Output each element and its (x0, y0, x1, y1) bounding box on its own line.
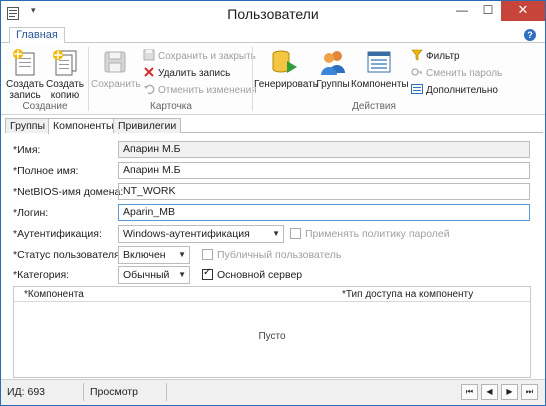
components-grid[interactable]: *Компонента *Тип доступа на компоненту П… (13, 286, 531, 378)
database-play-icon (272, 50, 297, 73)
category-label: *Категория: (13, 269, 70, 281)
full-name-label: *Полное имя: (13, 165, 79, 177)
mode-indicator: Просмотр (90, 386, 138, 398)
additional-button[interactable]: Дополнительно (411, 83, 498, 97)
create-copy-label-line2: копию (50, 90, 80, 101)
groups-button[interactable]: Группы (315, 47, 351, 90)
apply-password-policy-checkbox[interactable]: Применять политику паролей (290, 228, 450, 240)
save-and-close-button[interactable]: Сохранить и закрыть (143, 49, 256, 63)
tab-components[interactable]: Компоненты (48, 118, 119, 134)
status-bar: ИД: 693 Просмотр ⏮ ◀ ▶ ⏭ (1, 379, 545, 405)
first-record-button[interactable]: ⏮ (461, 384, 478, 400)
name-field[interactable]: Апарин М.Б (118, 141, 530, 158)
additional-list-icon (411, 84, 423, 94)
status-label: *Статус пользователя: (13, 249, 123, 261)
save-disk-icon (104, 51, 126, 73)
next-record-button[interactable]: ▶ (501, 384, 518, 400)
title-bar: ▾ Пользователи — ☐ ✕ (1, 1, 545, 27)
main-server-checkbox[interactable]: Основной сервер (202, 267, 303, 281)
status-select-value: Включен (123, 249, 166, 261)
netbios-field[interactable]: NT_WORK (118, 183, 530, 200)
delete-x-icon (144, 67, 154, 77)
login-field[interactable]: Aparin_MB (118, 204, 530, 221)
save-and-close-label: Сохранить и закрыть (158, 51, 256, 62)
tab-privileges[interactable]: Привилегии (113, 118, 182, 133)
full-name-field[interactable]: Апарин М.Б (118, 162, 530, 179)
category-select-value: Обычный (123, 269, 170, 281)
groups-label: Группы (316, 79, 350, 90)
create-record-button[interactable]: Создать запись (5, 47, 45, 101)
login-label: *Логин: (13, 207, 49, 219)
filter-button[interactable]: Фильтр (411, 49, 460, 63)
create-copy-label-line1: Создать (45, 79, 84, 90)
chevron-down-icon: ▼ (272, 229, 280, 238)
copy-record-icon (53, 50, 77, 76)
change-password-button[interactable]: Сменить пароль (411, 66, 502, 80)
undo-icon (144, 84, 155, 95)
apply-password-policy-label: Применять политику паролей (305, 228, 450, 240)
auth-label: *Аутентификация: (13, 228, 102, 240)
main-server-label: Основной сервер (217, 269, 303, 281)
ribbon-tab-strip: Главная ? (1, 27, 545, 44)
create-record-label-line2: запись (9, 90, 41, 101)
group-label-actions: Действия (352, 101, 396, 112)
delete-record-label: Удалить запись (158, 68, 231, 79)
grid-header: *Компонента *Тип доступа на компоненту (14, 287, 530, 302)
chevron-down-icon: ▼ (178, 250, 186, 259)
checkbox-box (202, 249, 213, 260)
cancel-changes-button[interactable]: Отменить изменения (143, 83, 257, 97)
ribbon-separator (88, 47, 89, 111)
public-user-label: Публичный пользователь (217, 249, 342, 261)
change-password-label: Сменить пароль (426, 68, 503, 79)
tab-groups[interactable]: Группы (5, 118, 50, 133)
create-copy-button[interactable]: Создать копию (45, 47, 85, 101)
users-group-icon (321, 51, 345, 75)
save-button[interactable]: Сохранить (91, 47, 141, 90)
components-label: Компоненты (351, 79, 409, 90)
content-tabs: Группы Компоненты Привилегии (5, 118, 543, 134)
record-id: ИД: 693 (7, 386, 46, 398)
ribbon: Создать запись Создать копию Создание Со… (1, 43, 545, 115)
chevron-down-icon: ▼ (178, 270, 186, 279)
auth-select-value: Windows-аутентификация (123, 228, 250, 240)
name-label: *Имя: (13, 144, 41, 156)
save-label: Сохранить (91, 79, 141, 90)
category-select[interactable]: Обычный ▼ (118, 266, 190, 284)
group-label-card: Карточка (150, 101, 192, 112)
generate-label: Генерировать (254, 79, 318, 90)
previous-record-button[interactable]: ◀ (481, 384, 498, 400)
new-record-icon (13, 49, 35, 76)
key-icon (411, 68, 422, 76)
public-user-checkbox[interactable]: Публичный пользователь (202, 249, 341, 261)
last-record-button[interactable]: ⏭ (521, 384, 538, 400)
netbios-label: *NetBIOS-имя домена: (13, 186, 124, 198)
filter-label: Фильтр (426, 51, 460, 62)
auth-select[interactable]: Windows-аутентификация ▼ (118, 225, 284, 243)
minimize-button[interactable]: — (449, 1, 475, 21)
cancel-changes-label: Отменить изменения (158, 85, 257, 96)
status-divider (166, 383, 167, 401)
checkbox-box (290, 228, 301, 239)
group-label-create: Создание (22, 101, 68, 112)
grid-empty-text: Пусто (258, 331, 286, 342)
ribbon-tab-home[interactable]: Главная (9, 27, 65, 44)
maximize-button[interactable]: ☐ (475, 1, 501, 21)
filter-icon (411, 49, 423, 61)
ribbon-separator (252, 47, 253, 111)
close-button[interactable]: ✕ (501, 1, 545, 21)
generate-button[interactable]: Генерировать (254, 47, 318, 90)
status-divider (83, 383, 84, 401)
users-window: ▾ Пользователи — ☐ ✕ Главная ? Создать з… (0, 0, 546, 406)
checkbox-checked-icon (202, 267, 213, 280)
status-select[interactable]: Включен ▼ (118, 246, 190, 264)
create-record-label-line1: Создать (5, 79, 44, 90)
components-button[interactable]: Компоненты (351, 47, 409, 90)
save-close-icon (143, 49, 155, 61)
additional-label: Дополнительно (426, 85, 498, 96)
column-header-component[interactable]: *Компонента (24, 289, 84, 300)
help-icon[interactable]: ? (524, 29, 536, 41)
components-window-icon (367, 51, 391, 73)
column-header-access-type[interactable]: *Тип доступа на компоненту (342, 289, 473, 300)
delete-record-button[interactable]: Удалить запись (143, 66, 230, 80)
